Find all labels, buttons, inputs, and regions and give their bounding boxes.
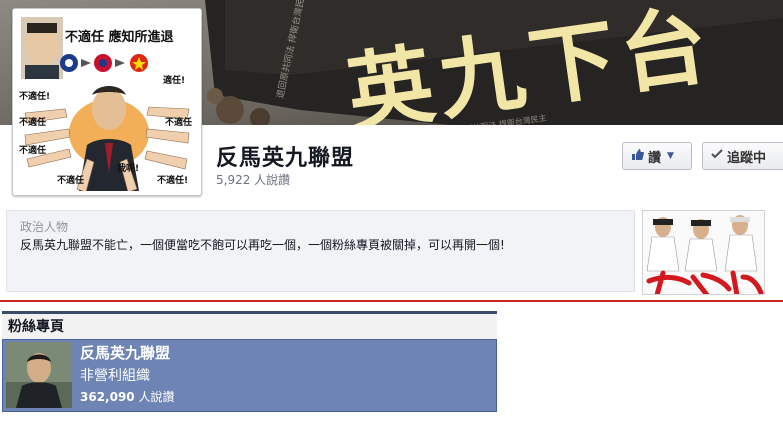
page-like-count[interactable]: 5,922 人說讚 — [216, 171, 290, 188]
fan-page-likes-suffix: 人說讚 — [134, 390, 175, 404]
fan-page-likes: 362,090 人說讚 — [80, 388, 174, 405]
fan-page-item[interactable]: 反馬英九聯盟 非營利組織 362,090 人說讚 — [2, 339, 497, 412]
hand-label: 適任! — [163, 74, 185, 86]
profile-picture[interactable]: 不適任 應知所進退 不適任! 適任! 不適任 不適任 不適任 我呢! 不適任 不… — [12, 8, 202, 196]
avatar[interactable] — [6, 342, 72, 408]
cover-banner-text: 英九下台 — [341, 0, 719, 125]
like-button[interactable]: 讚 ▼ — [622, 142, 692, 170]
fan-pages-section: 粉絲專頁 反馬英九聯盟 非營利組織 362,090 人說讚 — [2, 311, 497, 412]
check-icon — [711, 148, 723, 164]
fan-pages-heading: 粉絲專頁 — [2, 311, 497, 339]
hand-label: 不適任 — [57, 174, 84, 186]
cover-caption-1: 退回原共同法 捍衛台灣民主 — [274, 0, 309, 100]
page-title[interactable]: 反馬英九聯盟 — [216, 140, 354, 172]
chevron-down-icon[interactable]: ▼ — [667, 151, 674, 161]
fan-page-likes-count: 362,090 — [80, 390, 135, 404]
hand-label: 不適任 — [165, 116, 192, 128]
facebook-page: 英九下台 退回原共同法 捍衛台灣民主 退回原共同法 捍衛台灣民主 反馬英九聯盟 … — [0, 0, 783, 443]
featured-photo-art — [643, 211, 764, 294]
follow-button-label: 追蹤中 — [727, 150, 767, 166]
hand-label: 不適任 — [19, 144, 46, 156]
avatar-art — [6, 342, 72, 408]
page-description: 反馬英九聯盟不能亡，一個便當吃不飽可以再吃一個，一個粉絲專頁被關掉，可以再開一個… — [20, 238, 505, 252]
hand-label: 不適任! — [19, 90, 50, 102]
follow-button[interactable]: 追蹤中 — [702, 142, 783, 170]
hand-label: 不適任! — [157, 174, 188, 186]
profile-picture-art: 不適任 應知所進退 不適任! 適任! 不適任 不適任 不適任 我呢! 不適任 不… — [17, 13, 197, 193]
fan-page-name[interactable]: 反馬英九聯盟 — [80, 342, 170, 363]
featured-photo[interactable] — [642, 210, 765, 295]
like-button-label: 讚 — [648, 150, 662, 166]
section-divider — [0, 300, 783, 302]
hand-label: 不適任 — [19, 116, 46, 128]
thumbs-up-icon — [631, 148, 644, 165]
about-box: 政治人物 反馬英九聯盟不能亡，一個便當吃不飽可以再吃一個，一個粉絲專頁被關掉，可… — [6, 210, 635, 292]
page-category[interactable]: 政治人物 — [20, 218, 68, 235]
hand-label: 我呢! — [117, 162, 139, 174]
profile-headline: 不適任 應知所進退 — [65, 29, 174, 45]
fan-page-type: 非營利組織 — [80, 368, 150, 384]
